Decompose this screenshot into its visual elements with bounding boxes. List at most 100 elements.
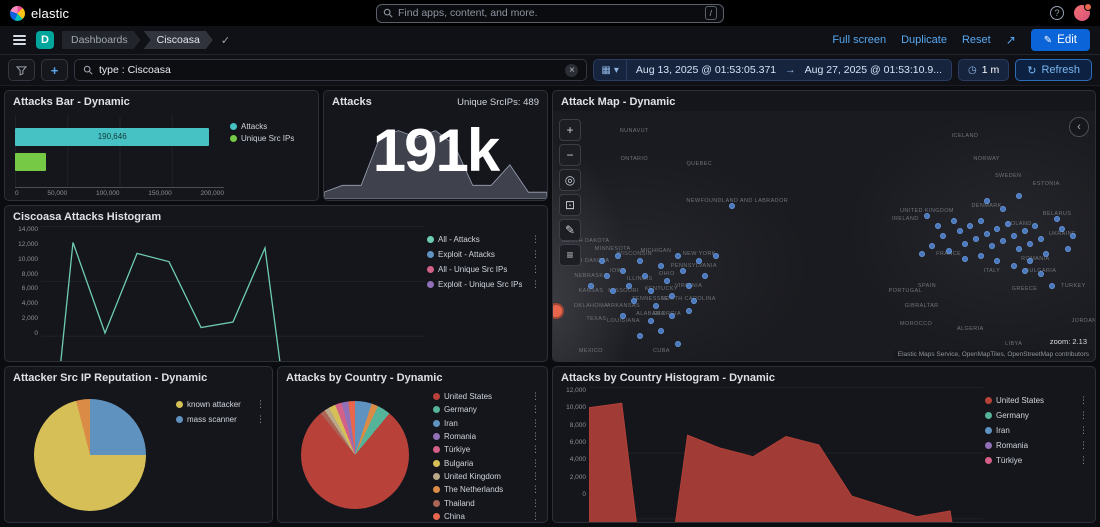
map-point[interactable] (984, 231, 990, 237)
map-point[interactable] (1038, 236, 1044, 242)
map-point[interactable] (1016, 246, 1022, 252)
map-point[interactable] (658, 263, 664, 269)
refresh-interval-button[interactable]: ◷ 1 m (958, 59, 1009, 81)
map-point[interactable] (1038, 271, 1044, 277)
legend-options-icon[interactable]: ⋮ (530, 391, 541, 402)
legend-item-germany[interactable]: Germany⋮ (985, 410, 1089, 421)
map-layers-button[interactable]: ≡ (559, 244, 581, 266)
map-point[interactable] (620, 313, 626, 319)
map-point[interactable] (1011, 233, 1017, 239)
user-avatar[interactable] (1074, 5, 1090, 21)
map-point[interactable] (664, 278, 670, 284)
legend-options-icon[interactable]: ⋮ (255, 399, 266, 410)
filter-menu-button[interactable] (8, 59, 35, 81)
map-point[interactable] (642, 273, 648, 279)
legend-options-icon[interactable]: ⋮ (1078, 395, 1089, 406)
map-point[interactable] (1011, 263, 1017, 269)
map-point[interactable] (620, 268, 626, 274)
map-attribution[interactable]: Elastic Maps Service, OpenMapTiles, Open… (894, 350, 1093, 359)
map-point[interactable] (919, 251, 925, 257)
legend-options-icon[interactable]: ⋮ (530, 444, 541, 455)
map-point[interactable] (1000, 238, 1006, 244)
map-point[interactable] (653, 303, 659, 309)
bar-unique-src-ips[interactable] (15, 153, 46, 171)
legend-options-icon[interactable]: ⋮ (530, 431, 541, 442)
map-point[interactable] (1022, 228, 1028, 234)
map-point[interactable] (637, 258, 643, 264)
map-point[interactable] (1027, 258, 1033, 264)
legend-options-icon[interactable]: ⋮ (255, 414, 266, 425)
bar-attacks[interactable]: 190,646 (15, 128, 209, 146)
map-point[interactable] (1070, 233, 1076, 239)
add-filter-button[interactable]: + (41, 59, 68, 81)
map-point[interactable] (680, 268, 686, 274)
map-point[interactable] (691, 298, 697, 304)
attacks-bar-chart[interactable]: 190,646 (15, 116, 224, 188)
map-point[interactable] (967, 223, 973, 229)
map-point[interactable] (989, 243, 995, 249)
map-point[interactable] (686, 283, 692, 289)
legend-options-icon[interactable]: ⋮ (530, 234, 541, 245)
legend-item-exploit-attacks[interactable]: Exploit - Attacks⋮ (427, 249, 541, 260)
map-point[interactable] (1005, 221, 1011, 227)
map-point[interactable] (669, 293, 675, 299)
legend-options-icon[interactable]: ⋮ (530, 264, 541, 275)
map-point[interactable] (648, 318, 654, 324)
legend-item-iran[interactable]: Iran⋮ (985, 425, 1089, 436)
legend-item-romania[interactable]: Romania⋮ (433, 431, 541, 442)
map-point[interactable] (599, 258, 605, 264)
refresh-button[interactable]: ↻ Refresh (1015, 59, 1092, 81)
legend-options-icon[interactable]: ⋮ (530, 511, 541, 522)
map-point[interactable] (610, 288, 616, 294)
map-point[interactable] (1032, 223, 1038, 229)
legend-item-all-attacks[interactable]: All - Attacks⋮ (427, 234, 541, 245)
legend-options-icon[interactable]: ⋮ (530, 418, 541, 429)
duplicate-button[interactable]: Duplicate (901, 34, 947, 46)
legend-options-icon[interactable]: ⋮ (530, 458, 541, 469)
global-search-input[interactable]: Find apps, content, and more. / (376, 4, 724, 23)
query-input[interactable]: type : Ciscoasa × (74, 59, 587, 81)
legend-options-icon[interactable]: ⋮ (530, 484, 541, 495)
map-point[interactable] (669, 313, 675, 319)
map-point[interactable] (924, 213, 930, 219)
map-point[interactable] (929, 243, 935, 249)
map-point[interactable] (1016, 193, 1022, 199)
map-point[interactable] (631, 298, 637, 304)
start-date[interactable]: Aug 13, 2025 @ 01:53:05.371 (627, 64, 785, 76)
map-point[interactable] (648, 288, 654, 294)
legend-options-icon[interactable]: ⋮ (1078, 410, 1089, 421)
map-point[interactable] (626, 283, 632, 289)
menu-icon[interactable] (10, 31, 28, 49)
map-point[interactable] (935, 223, 941, 229)
map-point[interactable] (1049, 283, 1055, 289)
legend-item-iran[interactable]: Iran⋮ (433, 418, 541, 429)
legend-options-icon[interactable]: ⋮ (1078, 455, 1089, 466)
legend-item-the-netherlands[interactable]: The Netherlands⋮ (433, 484, 541, 495)
map-point[interactable] (973, 236, 979, 242)
map-point[interactable] (1054, 216, 1060, 222)
country-area-chart[interactable] (589, 387, 983, 523)
legend-item-known-attacker[interactable]: known attacker⋮ (176, 399, 266, 410)
end-date[interactable]: Aug 27, 2025 @ 01:53:10.9... (796, 64, 951, 76)
legend-options-icon[interactable]: ⋮ (1078, 425, 1089, 436)
map-point[interactable] (675, 341, 681, 347)
map-point[interactable] (1027, 241, 1033, 247)
calendar-dropdown-button[interactable]: ▦ ▾ (594, 60, 626, 80)
map-point[interactable] (686, 308, 692, 314)
legend-options-icon[interactable]: ⋮ (530, 471, 541, 482)
map-point[interactable] (994, 258, 1000, 264)
edit-button[interactable]: ✎ Edit (1031, 29, 1090, 51)
map-zoom-in-button[interactable]: + (559, 119, 581, 141)
map-point[interactable] (1043, 251, 1049, 257)
legend-options-icon[interactable]: ⋮ (530, 498, 541, 509)
map-point[interactable] (604, 273, 610, 279)
breadcrumb-ciscoasa[interactable]: Ciscoasa (144, 31, 213, 49)
space-avatar[interactable]: D (36, 31, 54, 49)
map-point[interactable] (962, 241, 968, 247)
help-icon[interactable]: ? (1050, 6, 1064, 20)
map-point[interactable] (588, 283, 594, 289)
map-point[interactable] (962, 256, 968, 262)
legend-options-icon[interactable]: ⋮ (530, 404, 541, 415)
legend-item-united-states[interactable]: United States⋮ (985, 395, 1089, 406)
legend-item-t-rkiye[interactable]: Türkiye⋮ (985, 455, 1089, 466)
